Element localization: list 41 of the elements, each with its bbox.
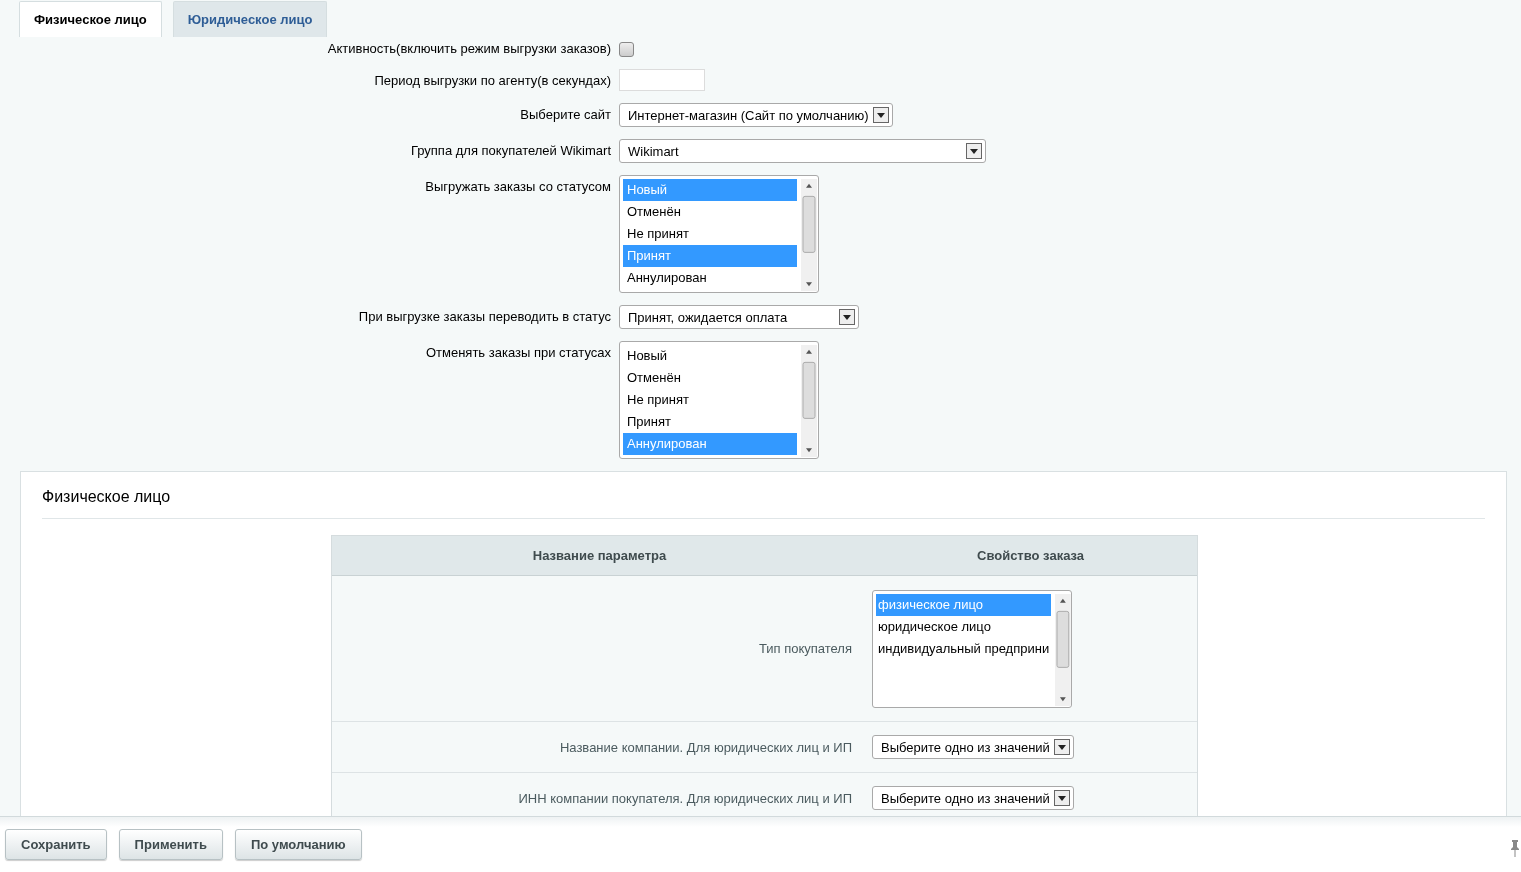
list-option[interactable]: Не принят	[623, 223, 797, 245]
scrollbar[interactable]	[1055, 593, 1071, 706]
pin-icon[interactable]	[1510, 839, 1520, 857]
column-header: Свойство заказа	[976, 548, 1086, 563]
field-label: Выгружать заказы со статусом	[424, 178, 611, 194]
field-label: Отменять заказы при статусах	[424, 344, 611, 360]
list-box[interactable]: Новый Отменён Не принят Принят Аннулирован	[619, 175, 819, 293]
tab[interactable]: Физическое лицо	[19, 1, 162, 37]
field-label: При выгрузке заказы переводить в статус	[357, 308, 611, 324]
field-label: Выберите сайт	[519, 106, 611, 122]
select-field[interactable]: Выберите одно из значений	[872, 786, 1074, 810]
list-option[interactable]: Новый	[623, 345, 797, 367]
select-field[interactable]: Wikimart	[619, 139, 986, 163]
tab[interactable]: Юридическое лицо	[172, 1, 328, 37]
action-button[interactable]: Применить	[118, 829, 223, 860]
field-label: Период выгрузки по агенту(в секундах)	[373, 72, 611, 88]
parameter-label: Название компании. Для юридических лиц и ИП	[558, 739, 852, 755]
field-label: Активность(включить режим выгрузки заказов)	[326, 40, 611, 56]
list-option[interactable]: Не принят	[623, 389, 797, 411]
scrollbar[interactable]	[801, 179, 817, 291]
section-title: Физическое лицо	[42, 472, 1485, 519]
list-box[interactable]: физическое лицо юридическое лицо индивидуальный предприни	[872, 589, 1072, 708]
action-button[interactable]: Сохранить	[5, 829, 107, 860]
scrollbar[interactable]	[801, 345, 817, 457]
action-button[interactable]: По умолчанию	[234, 829, 362, 860]
column-header: Название параметра	[531, 548, 668, 563]
input-field[interactable]	[619, 69, 705, 91]
list-option[interactable]: Отменён	[623, 201, 797, 223]
list-option[interactable]: Принят	[623, 411, 797, 433]
list-option[interactable]: юридическое лицо	[876, 615, 1052, 638]
list-option[interactable]: индивидуальный предприни	[876, 637, 1052, 660]
field-label: Группа для покупателей Wikimart	[409, 142, 611, 158]
list-option[interactable]: Отменён	[623, 367, 797, 389]
select-field[interactable]: Принят, ожидается оплата	[619, 305, 859, 329]
list-option[interactable]: Аннулирован	[623, 267, 797, 289]
parameter-label: ИНН компании покупателя. Для юридических лиц и ИП	[517, 790, 852, 806]
select-field[interactable]: Выберите одно из значений	[872, 735, 1074, 759]
select-field[interactable]: Интернет-магазин (Сайт по умолчанию)	[619, 103, 893, 127]
checkbox[interactable]	[619, 42, 634, 57]
list-box[interactable]: Новый Отменён Не принят Принят Аннулирован	[619, 341, 819, 459]
parameter-label: Тип покупателя	[757, 641, 852, 656]
